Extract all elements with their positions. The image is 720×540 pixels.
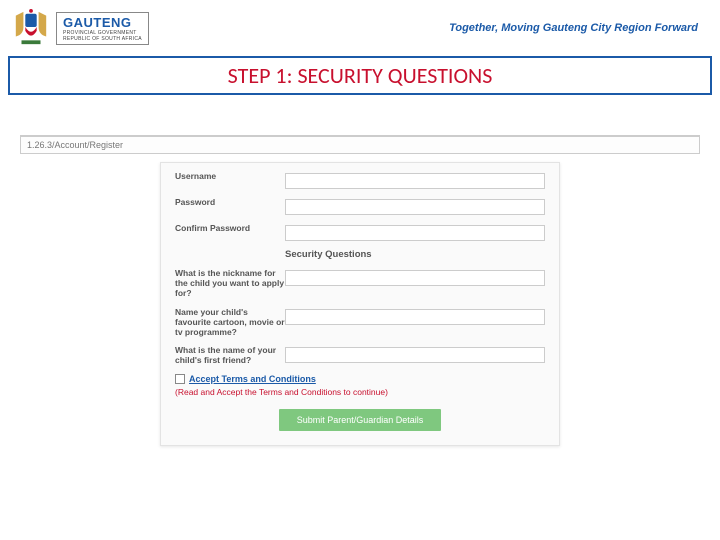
address-bar: 1.26.3/Account/Register	[20, 136, 700, 154]
question1-input[interactable]	[285, 270, 545, 286]
confirm-password-input[interactable]	[285, 225, 545, 241]
org-sub1: PROVINCIAL GOVERNMENT	[63, 30, 142, 36]
username-label: Username	[175, 171, 285, 181]
terms-link[interactable]: Accept Terms and Conditions	[189, 374, 316, 384]
question3-input[interactable]	[285, 347, 545, 363]
password-label: Password	[175, 197, 285, 207]
username-row: Username	[175, 171, 545, 189]
question3-label: What is the name of your child's first f…	[175, 345, 285, 365]
step-title: STEP 1: SECURITY QUESTIONS	[228, 62, 493, 89]
terms-hint: (Read and Accept the Terms and Condition…	[175, 387, 545, 397]
username-input[interactable]	[285, 173, 545, 189]
password-input[interactable]	[285, 199, 545, 215]
coat-of-arms-icon	[12, 8, 50, 48]
question1-row: What is the nickname for the child you w…	[175, 268, 545, 299]
question2-row: Name your child's favourite cartoon, mov…	[175, 307, 545, 338]
confirm-password-label: Confirm Password	[175, 223, 285, 233]
confirm-password-row: Confirm Password	[175, 223, 545, 241]
org-name-box: GAUTENG PROVINCIAL GOVERNMENT REPUBLIC O…	[56, 12, 149, 45]
logo-group: GAUTENG PROVINCIAL GOVERNMENT REPUBLIC O…	[12, 8, 149, 48]
registration-form: Username Password Confirm Password Secur…	[160, 162, 560, 446]
question2-label: Name your child's favourite cartoon, mov…	[175, 307, 285, 338]
password-row: Password	[175, 197, 545, 215]
org-sub2: REPUBLIC OF SOUTH AFRICA	[63, 36, 142, 42]
security-questions-heading: Security Questions	[285, 249, 545, 260]
question2-input[interactable]	[285, 309, 545, 325]
question1-label: What is the nickname for the child you w…	[175, 268, 285, 299]
org-name: GAUTENG	[63, 15, 142, 30]
screenshot-panel: 1.26.3/Account/Register Username Passwor…	[20, 135, 700, 446]
terms-row: Accept Terms and Conditions	[175, 374, 545, 384]
question3-row: What is the name of your child's first f…	[175, 345, 545, 365]
slide-header: GAUTENG PROVINCIAL GOVERNMENT REPUBLIC O…	[0, 0, 720, 52]
slogan-text: Together, Moving Gauteng City Region For…	[449, 22, 698, 34]
terms-checkbox[interactable]	[175, 374, 185, 384]
submit-button[interactable]: Submit Parent/Guardian Details	[279, 409, 442, 431]
step-title-bar: STEP 1: SECURITY QUESTIONS	[8, 56, 712, 95]
